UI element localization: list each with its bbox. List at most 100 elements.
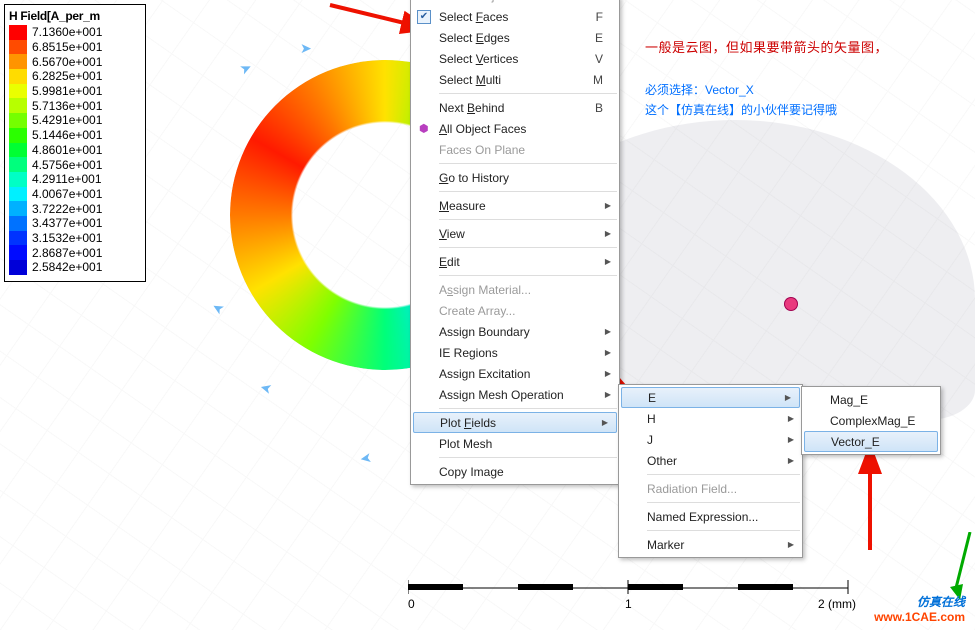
menu-label: Other — [647, 454, 677, 468]
ef-complexmag-e[interactable]: ComplexMag_E — [802, 410, 940, 431]
legend-value: 5.4291e+001 — [32, 113, 102, 127]
legend-row: 2.8687e+001 — [9, 245, 141, 260]
annotation-red: 一般是云图，但如果要带箭头的矢量图， — [645, 38, 888, 58]
ctx-ie-regions[interactable]: IE Regions — [411, 342, 619, 363]
ctx-measure[interactable]: Measure — [411, 195, 619, 216]
menu-label: E — [648, 391, 656, 405]
legend-swatch — [9, 187, 27, 202]
ctx-assign-boundary[interactable]: Assign Boundary — [411, 321, 619, 342]
legend-row: 7.1360e+001 — [9, 25, 141, 40]
watermark-title: 仿真在线 — [874, 593, 965, 610]
annotation-blue-2: 这个【仿真在线】的小伙伴要记得哦 — [645, 100, 837, 120]
legend-row: 4.8601e+001 — [9, 143, 141, 158]
menu-label: Go to History — [439, 171, 509, 185]
legend-swatch — [9, 98, 27, 113]
ef-vector-e[interactable]: Vector_E — [804, 431, 938, 452]
submenu-plot-fields[interactable]: EHJ Other Radiation Field... Named Expressi… — [618, 384, 803, 558]
pf-named-expression-[interactable]: Named Expression... — [619, 506, 802, 527]
ctx-select-multi[interactable]: Select Multi M — [411, 69, 619, 90]
ctx-assign-mesh-operation[interactable]: Assign Mesh Operation — [411, 384, 619, 405]
legend-title: H Field[A_per_m — [9, 9, 141, 23]
menu-label: Select Faces — [439, 10, 508, 24]
legend-row: 5.9981e+001 — [9, 84, 141, 99]
menu-shortcut: M — [593, 73, 603, 87]
menu-separator — [439, 275, 617, 276]
ctx-select-faces[interactable]: ✔Select FacesF — [411, 6, 619, 27]
menu-shortcut: O — [594, 0, 603, 3]
ctx-select-vertices[interactable]: Select Vertices V — [411, 48, 619, 69]
menu-label: Assign Material... — [439, 283, 531, 297]
legend-row: 3.1532e+001 — [9, 231, 141, 246]
scale-bar: 0 1 2 (mm) — [408, 578, 955, 618]
submenu-e-field[interactable]: Mag_EComplexMag_EVector_E — [801, 386, 941, 455]
menu-label: Select Vertices — [439, 52, 518, 66]
legend-row: 2.5842e+001 — [9, 260, 141, 275]
cube-icon: ⬢ — [419, 122, 429, 135]
menu-separator — [647, 502, 800, 503]
color-legend: H Field[A_per_m 7.1360e+0016.8515e+0016.… — [4, 4, 146, 282]
menu-label: Edit — [439, 255, 460, 269]
menu-label: All Object Faces — [439, 122, 526, 136]
legend-row: 6.2825e+001 — [9, 69, 141, 84]
menu-label: Next Behind — [439, 101, 504, 115]
menu-label: View — [439, 227, 465, 241]
legend-value: 4.8601e+001 — [32, 143, 102, 157]
menu-label: Assign Mesh Operation — [439, 388, 564, 402]
legend-row: 6.8515e+001 — [9, 40, 141, 55]
menu-separator — [439, 93, 617, 94]
menu-label: Plot Mesh — [439, 437, 492, 451]
legend-row: 3.7222e+001 — [9, 201, 141, 216]
ctx-next-behind[interactable]: Next Behind B — [411, 97, 619, 118]
menu-separator — [439, 457, 617, 458]
ctx-select-edges[interactable]: Select EdgesE — [411, 27, 619, 48]
pf-e[interactable]: E — [621, 387, 800, 408]
legend-value: 4.2911e+001 — [32, 172, 102, 186]
menu-label: Create Array... — [439, 304, 515, 318]
ctx-plot-mesh[interactable]: Plot Mesh — [411, 433, 619, 454]
menu-label: Select Multi — [439, 73, 501, 87]
legend-value: 4.5756e+001 — [32, 158, 102, 172]
menu-separator — [439, 219, 617, 220]
legend-value: 6.5670e+001 — [32, 55, 102, 69]
context-menu-main[interactable]: Select ObjectsO✔Select FacesFSelect Edge… — [410, 0, 620, 485]
ctx-plot-fields[interactable]: Plot Fields — [413, 412, 617, 433]
legend-swatch — [9, 245, 27, 260]
menu-label: IE Regions — [439, 346, 498, 360]
menu-shortcut: B — [595, 101, 603, 115]
legend-swatch — [9, 69, 27, 84]
annotation-blue-1: 必须选择：Vector_X — [645, 80, 837, 100]
legend-swatch — [9, 84, 27, 99]
ctx-assign-excitation[interactable]: Assign Excitation — [411, 363, 619, 384]
pf-j[interactable]: J — [619, 429, 802, 450]
pf-other[interactable]: Other — [619, 450, 802, 471]
menu-label: Radiation Field... — [647, 482, 737, 496]
menu-label: Assign Excitation — [439, 367, 530, 381]
legend-row: 5.1446e+001 — [9, 128, 141, 143]
ctx-faces-on-plane: Faces On Plane — [411, 139, 619, 160]
pf-marker[interactable]: Marker — [619, 534, 802, 555]
legend-row: 5.4291e+001 — [9, 113, 141, 128]
legend-row: 3.4377e+001 — [9, 216, 141, 231]
scale-tick-2: 2 (mm) — [818, 597, 856, 611]
ctx-assign-material-: Assign Material... — [411, 279, 619, 300]
menu-shortcut: V — [595, 52, 603, 66]
menu-separator — [647, 474, 800, 475]
legend-swatch — [9, 201, 27, 216]
ctx-copy-image[interactable]: Copy Image — [411, 461, 619, 482]
menu-label: Select Edges — [439, 31, 510, 45]
ef-mag-e[interactable]: Mag_E — [802, 389, 940, 410]
legend-value: 3.1532e+001 — [32, 231, 102, 245]
legend-swatch — [9, 260, 27, 275]
legend-swatch — [9, 143, 27, 158]
ctx-view[interactable]: View — [411, 223, 619, 244]
menu-label: Select Objects — [439, 0, 516, 3]
menu-separator — [439, 163, 617, 164]
legend-row: 5.7136e+001 — [9, 98, 141, 113]
scale-tick-1: 1 — [625, 597, 632, 611]
coil-terminal-dot — [785, 298, 797, 310]
pf-h[interactable]: H — [619, 408, 802, 429]
ctx-go-to-history[interactable]: Go to History — [411, 167, 619, 188]
ctx-edit[interactable]: Edit — [411, 251, 619, 272]
legend-swatch — [9, 54, 27, 69]
ctx-all-object-faces[interactable]: ⬢ All Object Faces — [411, 118, 619, 139]
